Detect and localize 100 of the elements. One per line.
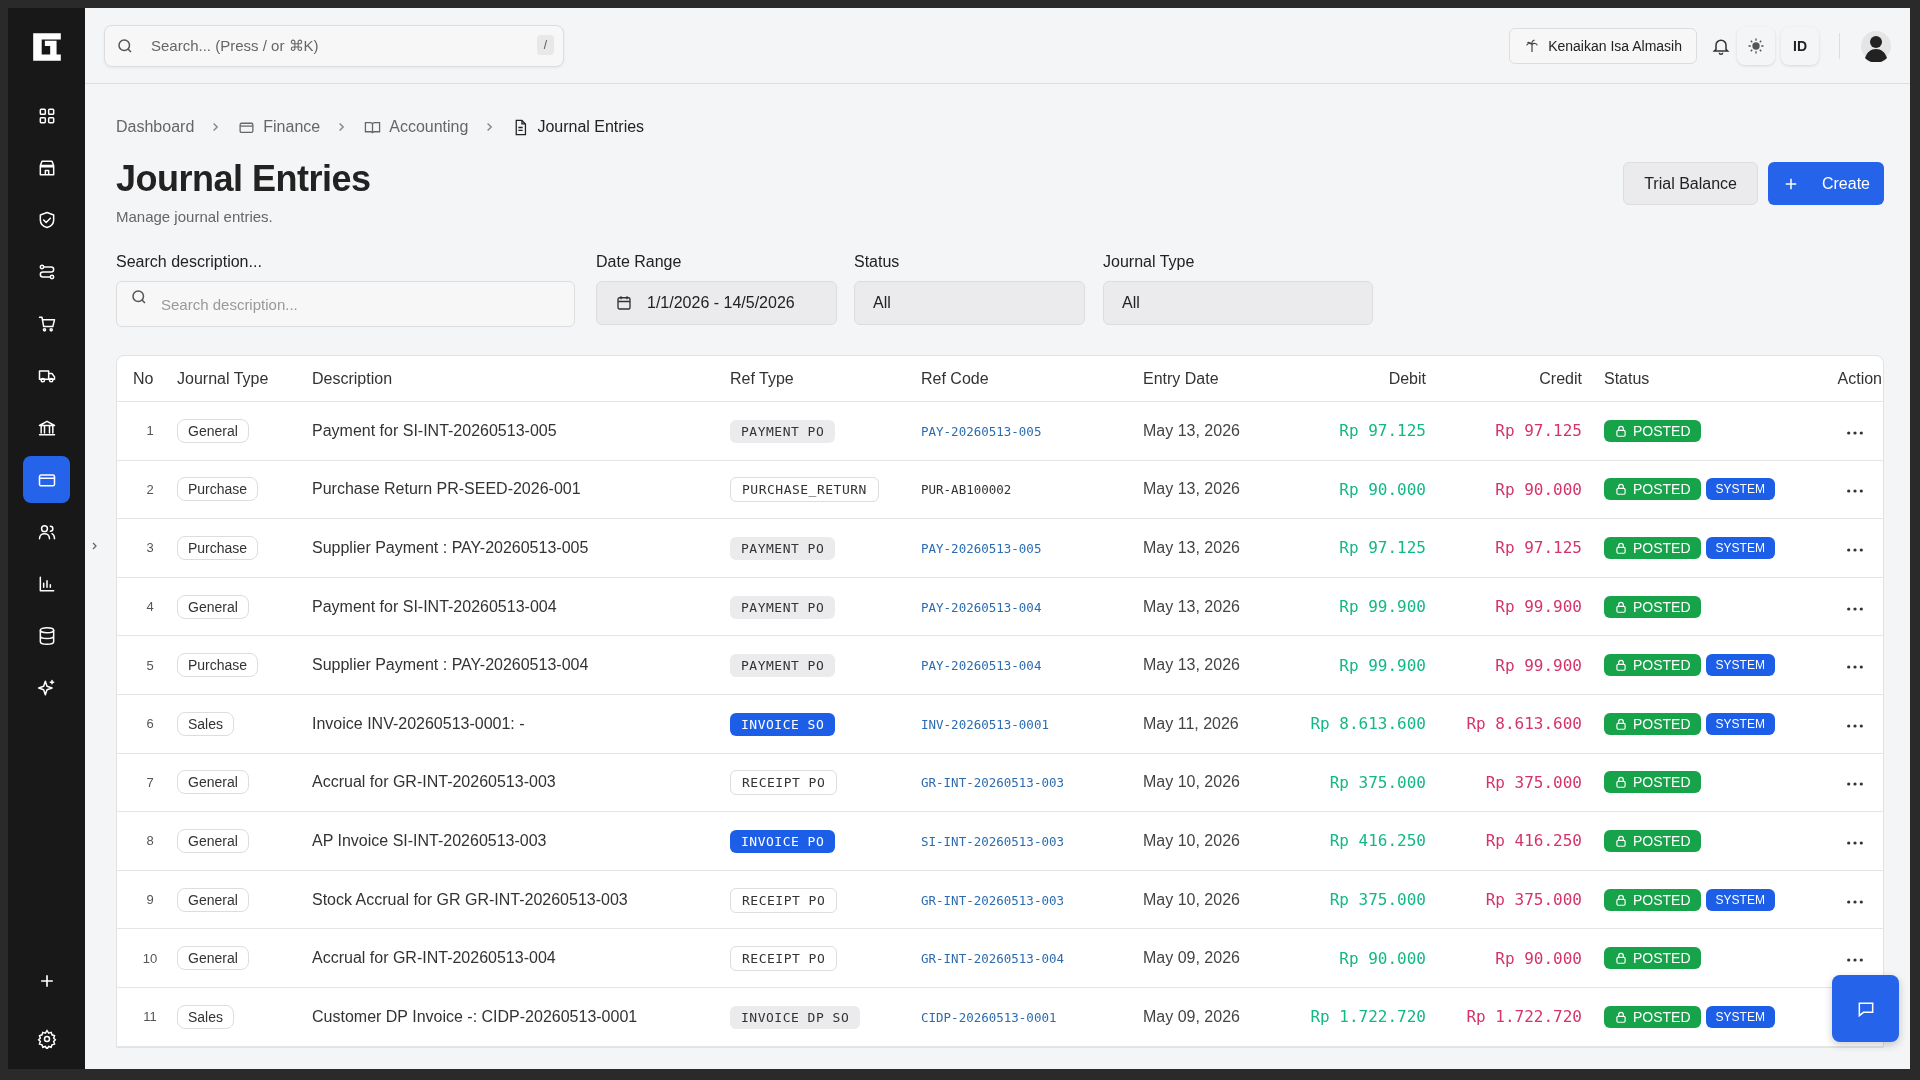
calendar-icon — [615, 294, 633, 312]
table-cell-text: AP Invoice SI-INT-20260513-003 — [311, 831, 548, 850]
status-badge: POSTED — [1604, 771, 1701, 794]
lock-icon — [1614, 833, 1628, 848]
table-cell-text: Rp 90.000 — [1494, 948, 1583, 968]
table-cell-text: Supplier Payment : PAY-20260513-005 — [311, 539, 590, 557]
table-cell-text: Accrual for GR-INT-20260513-003 — [311, 773, 557, 792]
table-cell-text: May 13, 2026 — [1143, 597, 1241, 616]
more-icon[interactable] — [1846, 898, 1864, 905]
table-cell-text: Rp 90.000 — [1338, 479, 1427, 499]
more-icon[interactable] — [1846, 839, 1864, 846]
table-cell-text: Stock Accrual for GR GR-INT-20260513-003 — [311, 890, 629, 909]
lock-icon — [1614, 423, 1628, 438]
table-cell-text: 8 — [145, 833, 155, 849]
journal-type-tag: Purchase — [177, 477, 259, 502]
sidebar-item[interactable] — [23, 456, 70, 503]
table-cell-text: 6 — [145, 716, 155, 732]
trial-balance-button[interactable]: Trial Balance — [1623, 162, 1758, 205]
journal-type-select[interactable]: All — [1103, 281, 1373, 325]
column-header: Action — [1837, 369, 1883, 388]
table-cell-text: Rp 99.900 — [1338, 597, 1427, 617]
column-header: Entry Date — [1143, 369, 1220, 388]
ref-code-link[interactable]: PAY-20260513-004 — [921, 658, 1042, 674]
column-header: Journal Type — [176, 369, 270, 388]
language-button[interactable]: ID — [1781, 26, 1819, 65]
status-badge: POSTED — [1604, 537, 1701, 559]
journal-type-tag: General — [177, 887, 249, 912]
system-badge: SYSTEM — [1705, 1005, 1775, 1028]
breadcrumb-link[interactable]: Finance — [263, 118, 321, 136]
system-badge: SYSTEM — [1705, 537, 1775, 559]
column-header: Description — [311, 369, 394, 388]
table-cell-text: Rp 97.125 — [1494, 421, 1583, 441]
more-icon[interactable] — [1846, 781, 1864, 788]
table-cell-text: 1 — [145, 423, 155, 439]
breadcrumb-link[interactable]: Accounting — [389, 118, 469, 136]
journal-type-tag: Sales — [177, 1004, 235, 1029]
ref-code-link[interactable]: INV-20260513-0001 — [921, 716, 1049, 732]
more-icon[interactable] — [1846, 547, 1864, 553]
more-icon[interactable] — [1846, 429, 1864, 436]
ref-code-link[interactable]: PAY-20260513-005 — [921, 541, 1042, 556]
ref-type-tag: RECEIPT PO — [730, 770, 838, 796]
table-cell-text: Rp 375.000 — [1484, 890, 1583, 910]
table-cell-text: Rp 1.722.720 — [1465, 1007, 1583, 1027]
lock-icon — [1614, 892, 1628, 907]
ref-code-link[interactable]: SI-INT-20260513-003 — [921, 833, 1064, 849]
table-cell-text: May 13, 2026 — [1143, 656, 1241, 675]
status-badge: POSTED — [1604, 595, 1701, 618]
table-cell-text: 2 — [145, 481, 155, 497]
more-icon[interactable] — [1846, 664, 1864, 671]
table-cell-text: May 13, 2026 — [1143, 539, 1241, 557]
table-cell-text: 9 — [145, 892, 155, 908]
holiday-button[interactable]: Kenaikan Isa Almasih — [1509, 27, 1697, 64]
ref-code-link[interactable]: GR-INT-20260513-003 — [921, 775, 1064, 791]
more-icon[interactable] — [1846, 605, 1864, 612]
ref-code-link[interactable]: PAY-20260513-005 — [921, 423, 1042, 439]
field-label: Date Range — [596, 253, 683, 271]
table-cell-text: Payment for SI-INT-20260513-005 — [311, 421, 558, 440]
status-badge: POSTED — [1604, 829, 1701, 852]
journal-type-tag: General — [177, 946, 249, 971]
table-cell-text: Rp 1.722.720 — [1309, 1007, 1427, 1027]
search-icon — [130, 288, 148, 306]
table-cell-text: Rp 416.250 — [1328, 831, 1427, 851]
page-subtitle: Manage journal entries. — [116, 208, 274, 225]
table-cell-text: May 13, 2026 — [1143, 421, 1241, 440]
lock-icon — [1614, 951, 1628, 966]
field-label: Search description... — [116, 253, 263, 271]
ref-code-link[interactable]: GR-INT-20260513-003 — [921, 892, 1064, 908]
column-header: Credit — [1538, 369, 1583, 388]
ref-type-tag: PURCHASE_RETURN — [730, 477, 879, 503]
search-field[interactable]: Search description... — [116, 281, 575, 327]
status-badge: POSTED — [1604, 1005, 1701, 1028]
lock-icon — [1614, 599, 1628, 614]
avatar[interactable] — [1860, 29, 1892, 62]
table-cell-text: Rp 99.900 — [1494, 655, 1583, 675]
breadcrumb-link[interactable]: Dashboard — [116, 118, 195, 136]
more-icon[interactable] — [1846, 957, 1864, 964]
table-cell-text: Rp 97.125 — [1494, 538, 1583, 558]
ref-type-tag: PAYMENT PO — [730, 537, 836, 560]
field-label: Status — [854, 253, 901, 271]
ref-code-link[interactable]: CIDP-20260513-0001 — [921, 1009, 1057, 1025]
ref-type-tag: INVOICE PO — [730, 829, 836, 853]
table-cell-text: May 10, 2026 — [1143, 890, 1241, 909]
journal-type-tag: General — [177, 418, 249, 443]
ref-code-link[interactable]: GR-INT-20260513-004 — [921, 951, 1064, 967]
table-cell-text: Customer DP Invoice -: CIDP-20260513-0001 — [311, 1007, 639, 1026]
table-cell-text: Rp 8.613.600 — [1309, 714, 1427, 734]
more-icon[interactable] — [1846, 488, 1864, 495]
table-cell-text: Rp 90.000 — [1494, 479, 1583, 499]
table-cell-text: Rp 90.000 — [1338, 948, 1427, 968]
journal-type-tag: Purchase — [177, 536, 259, 560]
system-badge: SYSTEM — [1705, 654, 1775, 677]
theme-button[interactable] — [1737, 26, 1775, 65]
chat-button[interactable] — [1832, 975, 1899, 1042]
journal-type-tag: General — [177, 828, 249, 853]
date-range-field[interactable]: 1/1/2026 - 14/5/2026 — [596, 281, 837, 325]
create-button[interactable]: Create — [1767, 162, 1884, 205]
more-icon[interactable] — [1846, 722, 1864, 729]
status-select[interactable]: All — [854, 281, 1085, 325]
settings-icon[interactable] — [36, 1029, 57, 1049]
ref-code-link[interactable]: PAY-20260513-004 — [921, 599, 1042, 615]
